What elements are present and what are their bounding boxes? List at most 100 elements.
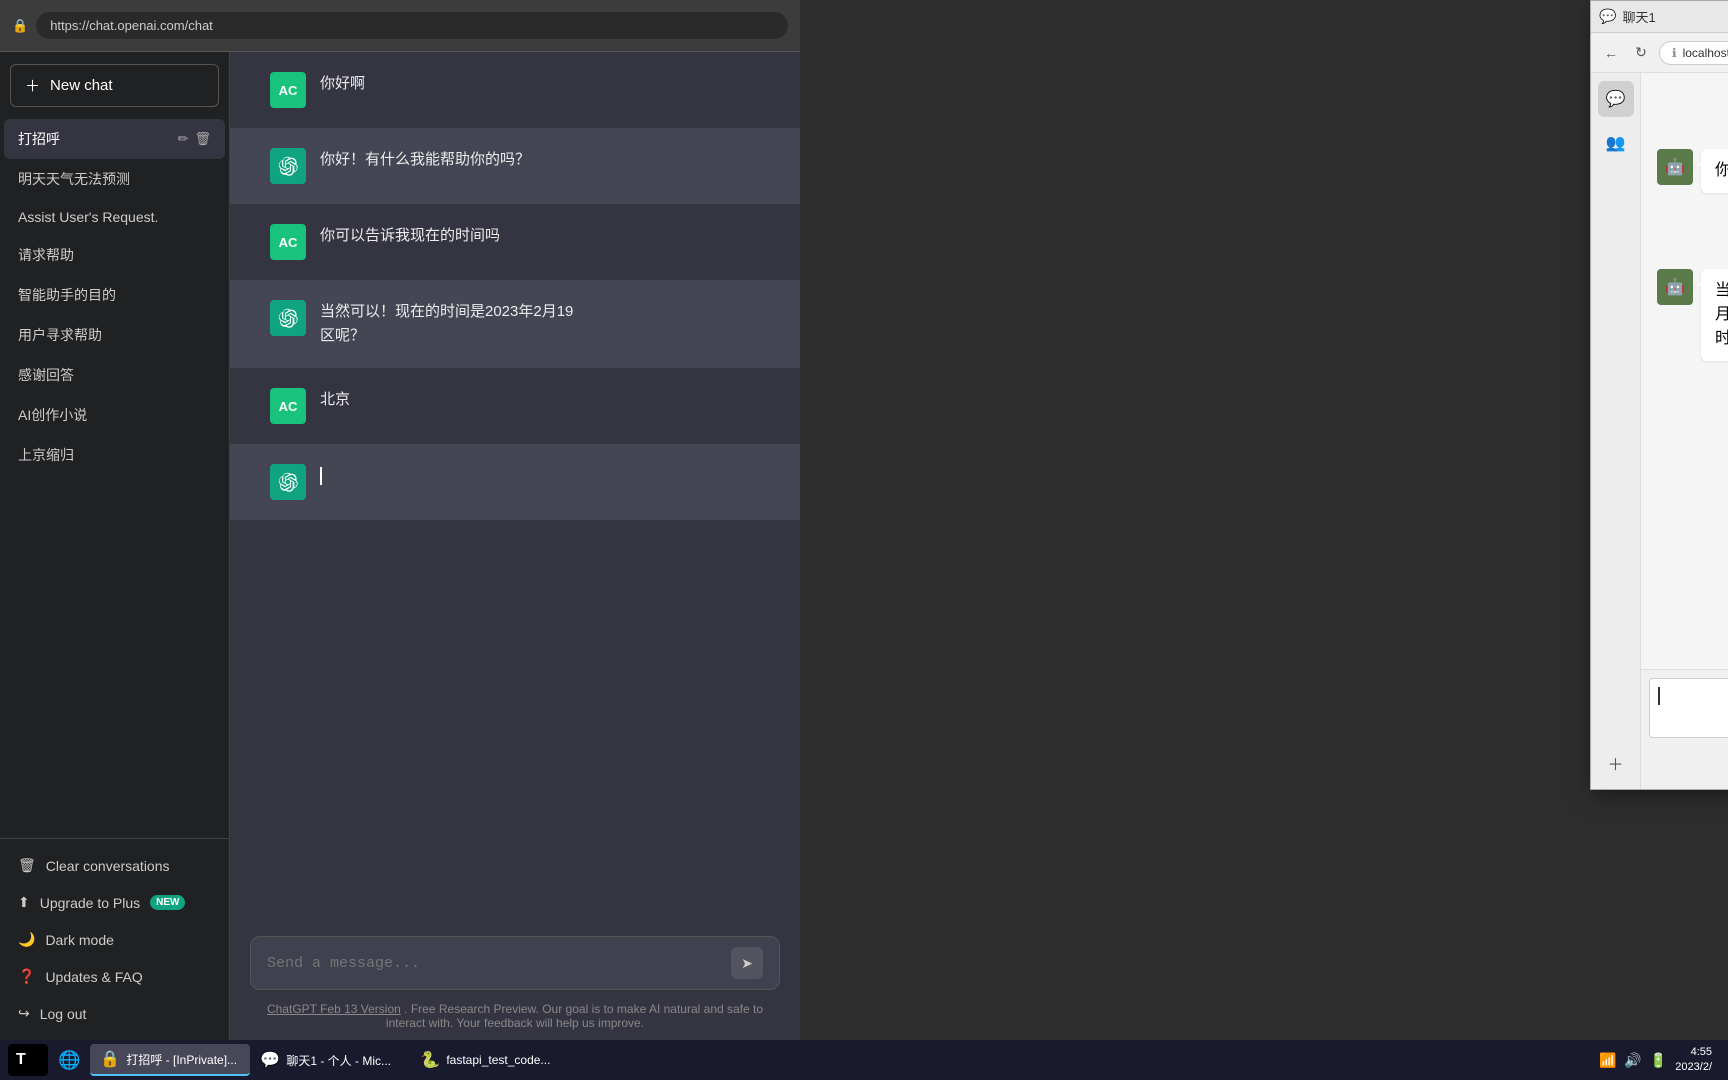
chatgpt-tab-icon: 🔒	[100, 1049, 120, 1069]
new-chat-button[interactable]: ＋ New chat	[10, 64, 219, 107]
taskbar-item-chatgpt[interactable]: 🔒 打招呼 - [InPrivate]...	[90, 1044, 250, 1076]
lock-icon: 🔒	[12, 18, 28, 34]
conv5-label: 智能助手的目的	[18, 285, 116, 305]
message-row-6	[230, 444, 800, 520]
message-row-5: AC 北京	[230, 368, 800, 444]
sidebar-item-conv1[interactable]: 打招呼 ✏ 🗑	[4, 119, 225, 159]
taskbar-item-fastapi[interactable]: 🐍 fastapi_test_code...	[410, 1044, 570, 1076]
conv2-label: 明天天气无法预测	[18, 169, 130, 189]
wechat-tab-icon: 💬	[260, 1050, 280, 1070]
chat-app-input-section: 发 送	[1641, 669, 1728, 789]
sidebar-item-conv9[interactable]: 上京缩归	[4, 435, 225, 475]
message-row-1: AC 你好啊	[230, 52, 800, 128]
sidebar-item-conv8[interactable]: AI创作小说	[4, 395, 225, 435]
url-bar-left[interactable]: https://chat.openai.com/chat	[36, 12, 788, 39]
upgrade-label: Upgrade to Plus	[40, 895, 140, 911]
message-content-2: 你好！有什么我能帮助你的吗？	[320, 148, 760, 172]
gpt-avatar-6	[270, 464, 306, 500]
taskbar-clock[interactable]: 4:55 2023/2/	[1675, 1045, 1720, 1076]
sidebar-bottom: 🗑 Clear conversations ⬆ Upgrade to Plus …	[0, 838, 229, 1040]
edit-icon[interactable]: ✏	[178, 131, 189, 147]
right-msg-row-3: 🐷 你可以告诉我现在的时间吗	[1657, 209, 1728, 253]
info-icon: ℹ	[1672, 46, 1677, 60]
logout-label: Log out	[40, 1006, 87, 1022]
message-content-6-typing	[320, 464, 760, 488]
logout-button[interactable]: ↪ Log out	[4, 995, 225, 1032]
sidebar-item-conv6[interactable]: 用户寻求帮助	[4, 315, 225, 355]
back-button[interactable]: ←	[1599, 41, 1623, 65]
right-bubble-4: 当然可以！现在的时间是2023年2月19日，具体时间取决于你所在的时区。请问你在…	[1701, 269, 1728, 361]
app-sidebar-contacts-icon[interactable]: 👥	[1598, 125, 1634, 161]
tab-favicon: 💬	[1599, 8, 1616, 25]
browser-nav-right: ← ↻ ℹ localhost:63342... A 🧩 👤 ⭐ …	[1591, 33, 1728, 73]
gpt-avatar-4	[270, 300, 306, 336]
fastapi-tab-icon: 🐍	[420, 1050, 440, 1070]
chat-app-input-box[interactable]	[1649, 678, 1728, 738]
message-content-3: 你可以告诉我现在的时间吗	[320, 224, 760, 248]
chat-app-sidebar: 💬 👥 ＋	[1591, 73, 1641, 789]
battery-icon: 🔋	[1650, 1052, 1667, 1069]
clock-date: 2023/2/	[1675, 1060, 1712, 1075]
taskbar: T 🌐 🔒 打招呼 - [InPrivate]... 💬 聊天1 - 个人 - …	[0, 1040, 1728, 1080]
system-tray: 📶 🔊 🔋 4:55 2023/2/	[1599, 1045, 1720, 1076]
nav-url-text: localhost:63342...	[1683, 46, 1728, 60]
chat-footer: ChatGPT Feb 13 Version . Free Research P…	[230, 996, 800, 1040]
chat-main: AC 你好啊 你好！有什么我能帮助你的吗？ AC 你可以告诉我现在的时间吗	[230, 52, 800, 1040]
gpt-avatar-2	[270, 148, 306, 184]
new-chat-label: New chat	[50, 77, 113, 94]
sidebar-item-conv4[interactable]: 请求帮助	[4, 235, 225, 275]
user-avatar-1: AC	[270, 72, 306, 108]
url-text-left: https://chat.openai.com/chat	[50, 18, 213, 33]
browser-titlebar-right: 💬 聊天1 — □ ✕	[1591, 1, 1728, 33]
send-message-button[interactable]: ➤	[731, 947, 763, 979]
right-msg-row-4: 🤖 当然可以！现在的时间是2023年2月19日，具体时间取决于你所在的时区。请问…	[1657, 269, 1728, 361]
volume-icon[interactable]: 🔊	[1624, 1052, 1641, 1069]
conv4-label: 请求帮助	[18, 245, 74, 265]
updates-label: Updates & FAQ	[45, 969, 142, 985]
user-avatar-5: AC	[270, 388, 306, 424]
conv1-label: 打招呼	[18, 129, 60, 149]
taskbar-item-wechat[interactable]: 💬 聊天1 - 个人 - Mic...	[250, 1044, 410, 1076]
wifi-icon[interactable]: 📶	[1599, 1052, 1616, 1069]
clear-label: Clear conversations	[46, 858, 170, 874]
browser-bar-left: 🔒 https://chat.openai.com/chat	[0, 0, 800, 52]
edge-icon: 🌐	[58, 1050, 80, 1071]
taskbar-item-edge[interactable]: 🌐	[48, 1044, 90, 1076]
right-bot-avatar-2: 🤖	[1657, 149, 1693, 185]
dark-mode-button[interactable]: 🌙 Dark mode	[4, 921, 225, 958]
message-row-2: 你好！有什么我能帮助你的吗？	[230, 128, 800, 204]
right-msg-row-2: 🤖 你好！有什么我能帮助你的吗？	[1657, 149, 1728, 193]
chat-version-link[interactable]: ChatGPT Feb 13 Version	[267, 1002, 401, 1016]
sidebar-item-conv2[interactable]: 明天天气无法预测	[4, 159, 225, 199]
right-bubble-2: 你好！有什么我能帮助你的吗？	[1701, 149, 1728, 193]
sidebar-item-conv5[interactable]: 智能助手的目的	[4, 275, 225, 315]
message-content-5: 北京	[320, 388, 760, 412]
taskbar-item-t[interactable]: T	[8, 1044, 48, 1076]
clear-conversations-button[interactable]: 🗑 Clear conversations	[4, 847, 225, 884]
chat-input[interactable]	[267, 955, 731, 972]
sidebar-item-conv3[interactable]: Assist User's Request.	[4, 199, 225, 235]
chatgpt-tab-label: 打招呼 - [InPrivate]...	[126, 1051, 237, 1068]
app-sidebar-add-button[interactable]: ＋	[1598, 745, 1634, 781]
chat-app-body: 💬 👥 ＋ 🐷 你好啊！ 🤖	[1591, 73, 1728, 789]
refresh-button[interactable]: ↻	[1629, 41, 1653, 65]
upgrade-icon: ⬆	[18, 894, 30, 911]
message-content-4: 当然可以！现在的时间是2023年2月19区呢？	[320, 300, 760, 348]
sidebar-item-conv7[interactable]: 感谢回答	[4, 355, 225, 395]
upgrade-to-plus-button[interactable]: ⬆ Upgrade to Plus NEW	[4, 884, 225, 921]
user-avatar-3: AC	[270, 224, 306, 260]
app-sidebar-chat-icon[interactable]: 💬	[1598, 81, 1634, 117]
chat-input-area: ➤	[230, 924, 800, 996]
updates-faq-button[interactable]: ❓ Updates & FAQ	[4, 958, 225, 995]
updates-icon: ❓	[18, 968, 35, 985]
conv6-label: 用户寻求帮助	[18, 325, 102, 345]
conv9-label: 上京缩归	[18, 445, 74, 465]
conv8-label: AI创作小说	[18, 405, 87, 425]
sidebar: ＋ New chat 打招呼 ✏ 🗑 明天天气无法预测	[0, 52, 230, 1040]
right-msg-row-5: 🐷 北京	[1657, 377, 1728, 421]
delete-icon[interactable]: 🗑	[194, 131, 211, 147]
chat-app-main: 🐷 你好啊！ 🤖 你好！有什么我能帮助你的吗？ 🐷 你可以告诉我现在的时间吗	[1641, 73, 1728, 789]
nav-url-bar[interactable]: ℹ localhost:63342...	[1659, 41, 1728, 65]
logout-icon: ↪	[18, 1005, 30, 1022]
fastapi-tab-label: fastapi_test_code...	[446, 1053, 550, 1067]
